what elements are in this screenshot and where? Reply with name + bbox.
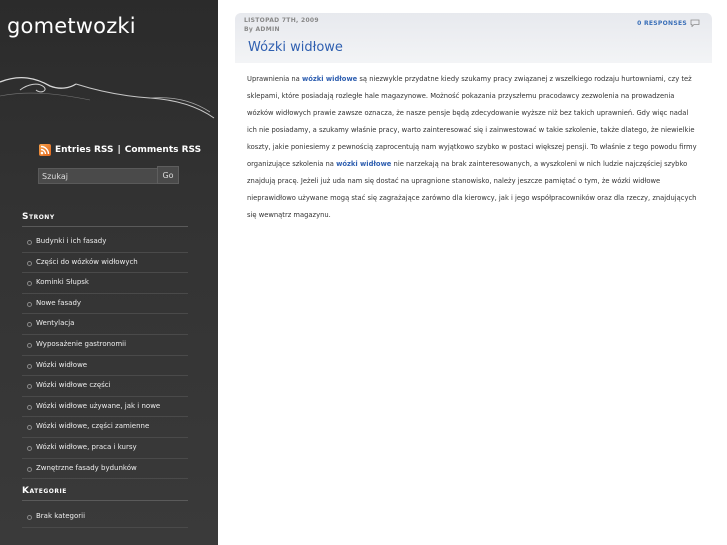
site-title[interactable]: gometwozki — [7, 14, 136, 38]
main-content: LISTOPAD 7TH, 2009 By ADMIN 0 RESPONSES … — [235, 13, 712, 224]
page-link-wozki-czesci-zamienne[interactable]: Wózki widłowe, części zamienne — [22, 417, 188, 438]
decorative-swirl-graphic — [0, 76, 215, 119]
strony-menu: Budynki i ich fasady Części do wózków wi… — [22, 232, 188, 480]
post-body: Uprawnienia na wózki widłowe są niezwykl… — [235, 63, 712, 224]
rss-icon[interactable] — [39, 144, 51, 156]
page-link-czesci-do-wozkow[interactable]: Części do wózków widłowych — [22, 253, 188, 274]
kategorie-heading: Kategorie — [22, 486, 188, 501]
post-title[interactable]: Wózki widłowe — [248, 40, 343, 55]
page-link-kominki-slupsk[interactable]: Kominki Słupsk — [22, 273, 188, 294]
category-link-brak-kategorii[interactable]: Brak kategorii — [22, 507, 188, 528]
page-link-wozki-widlowe-czesci[interactable]: Wózki widłowe części — [22, 376, 188, 397]
entries-rss-link[interactable]: Entries RSS — [55, 145, 113, 155]
page-link-wozki-uzywane[interactable]: Wózki widłowe używane, jak i nowe — [22, 397, 188, 418]
post-author: By ADMIN — [244, 26, 280, 33]
page-link-nowe-fasady[interactable]: Nowe fasady — [22, 294, 188, 315]
page-link-zwnetrzne-fasady[interactable]: Zwnętrzne fasady bydunków — [22, 459, 188, 480]
kategorie-menu: Brak kategorii — [22, 507, 188, 528]
post-text-part-1: Uprawnienia na — [247, 75, 302, 83]
speech-bubble-icon — [690, 19, 700, 27]
post-text-part-3: nie narzekają na brak zainteresowanych, … — [247, 160, 697, 219]
responses-count[interactable]: 0 RESPONSES — [637, 20, 687, 27]
page-link-wyposazenie-gastronomii[interactable]: Wyposażenie gastronomii — [22, 335, 188, 356]
feed-links: Entries RSS | Comments RSS — [39, 144, 201, 156]
page-link-wozki-widlowe[interactable]: Wózki widłowe — [22, 356, 188, 377]
sidebar: gometwozki Entries RSS | Comments RSS Go… — [0, 0, 218, 545]
post-date: LISTOPAD 7TH, 2009 — [244, 17, 319, 24]
feed-separator: | — [117, 145, 121, 155]
comments-rss-link[interactable]: Comments RSS — [125, 145, 201, 155]
page-link-budynki[interactable]: Budynki i ich fasady — [22, 232, 188, 253]
strony-heading: Strony — [22, 212, 188, 227]
search-go-button[interactable]: Go — [157, 166, 179, 184]
post-link-wozki-widlowe-2[interactable]: wózki widłowe — [336, 160, 391, 168]
post-header: LISTOPAD 7TH, 2009 By ADMIN 0 RESPONSES … — [235, 13, 712, 63]
post-text-part-2: są niezwykle przydatne kiedy szukamy pra… — [247, 75, 697, 168]
page-link-wentylacja[interactable]: Wentylacja — [22, 314, 188, 335]
responses-link[interactable]: 0 RESPONSES — [637, 19, 700, 27]
search-input[interactable] — [38, 168, 159, 184]
page-link-wozki-praca-kursy[interactable]: Wózki widłowe, praca i kursy — [22, 438, 188, 459]
post-link-wozki-widlowe[interactable]: wózki widłowe — [302, 75, 357, 83]
